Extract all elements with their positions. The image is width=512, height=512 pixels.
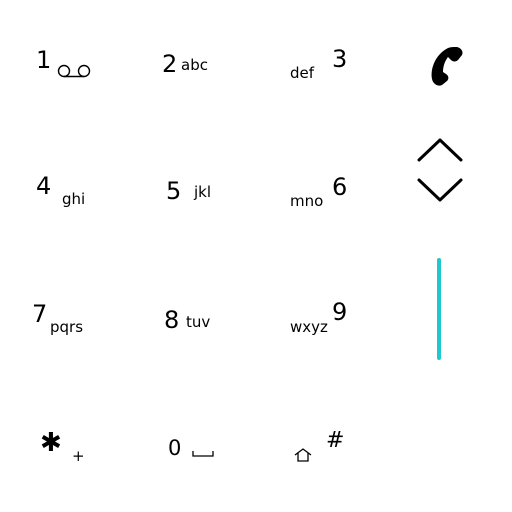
key-star[interactable]: ✱ +: [0, 384, 128, 512]
key-2[interactable]: 2 abc: [128, 0, 256, 128]
key-5[interactable]: 5 jkl: [128, 128, 256, 256]
phone-call-icon[interactable]: [426, 44, 466, 88]
key-0[interactable]: 0: [128, 384, 256, 512]
key-letters: +: [72, 447, 85, 465]
key-hash[interactable]: #: [256, 384, 384, 512]
key-digit: 7: [32, 300, 48, 328]
key-digit: 2: [162, 50, 178, 78]
key-digit: 5: [166, 177, 182, 205]
key-digit: 3: [332, 45, 348, 73]
key-digit: #: [326, 428, 345, 453]
chevron-up-icon[interactable]: [416, 136, 464, 164]
key-letters: tuv: [186, 313, 211, 331]
key-1[interactable]: 1: [0, 0, 128, 128]
key-9[interactable]: wxyz 9: [256, 256, 384, 384]
key-3[interactable]: def 3: [256, 0, 384, 128]
key-letters: jkl: [194, 183, 212, 201]
key-letters: ghi: [62, 190, 86, 208]
key-letters: mno: [290, 192, 324, 210]
key-letters: def: [290, 64, 315, 82]
key-letters: abc: [181, 56, 208, 74]
key-letters: pqrs: [50, 318, 84, 336]
key-7[interactable]: 7 pqrs: [0, 256, 128, 384]
key-digit: 9: [332, 298, 348, 326]
home-icon: [294, 448, 312, 462]
key-digit: 6: [332, 173, 348, 201]
key-digit: ✱: [40, 428, 62, 458]
scrollbar-thumb[interactable]: [437, 258, 441, 360]
space-icon: [192, 450, 214, 458]
key-8[interactable]: 8 tuv: [128, 256, 256, 384]
voicemail-icon: [56, 64, 92, 78]
key-4[interactable]: 4 ghi: [0, 128, 128, 256]
key-digit: 1: [36, 46, 52, 74]
key-digit: 8: [164, 306, 180, 334]
key-letters: wxyz: [290, 318, 328, 336]
key-6[interactable]: mno 6: [256, 128, 384, 256]
key-digit: 0: [168, 436, 182, 460]
key-digit: 4: [36, 172, 52, 200]
chevron-down-icon[interactable]: [416, 176, 464, 204]
